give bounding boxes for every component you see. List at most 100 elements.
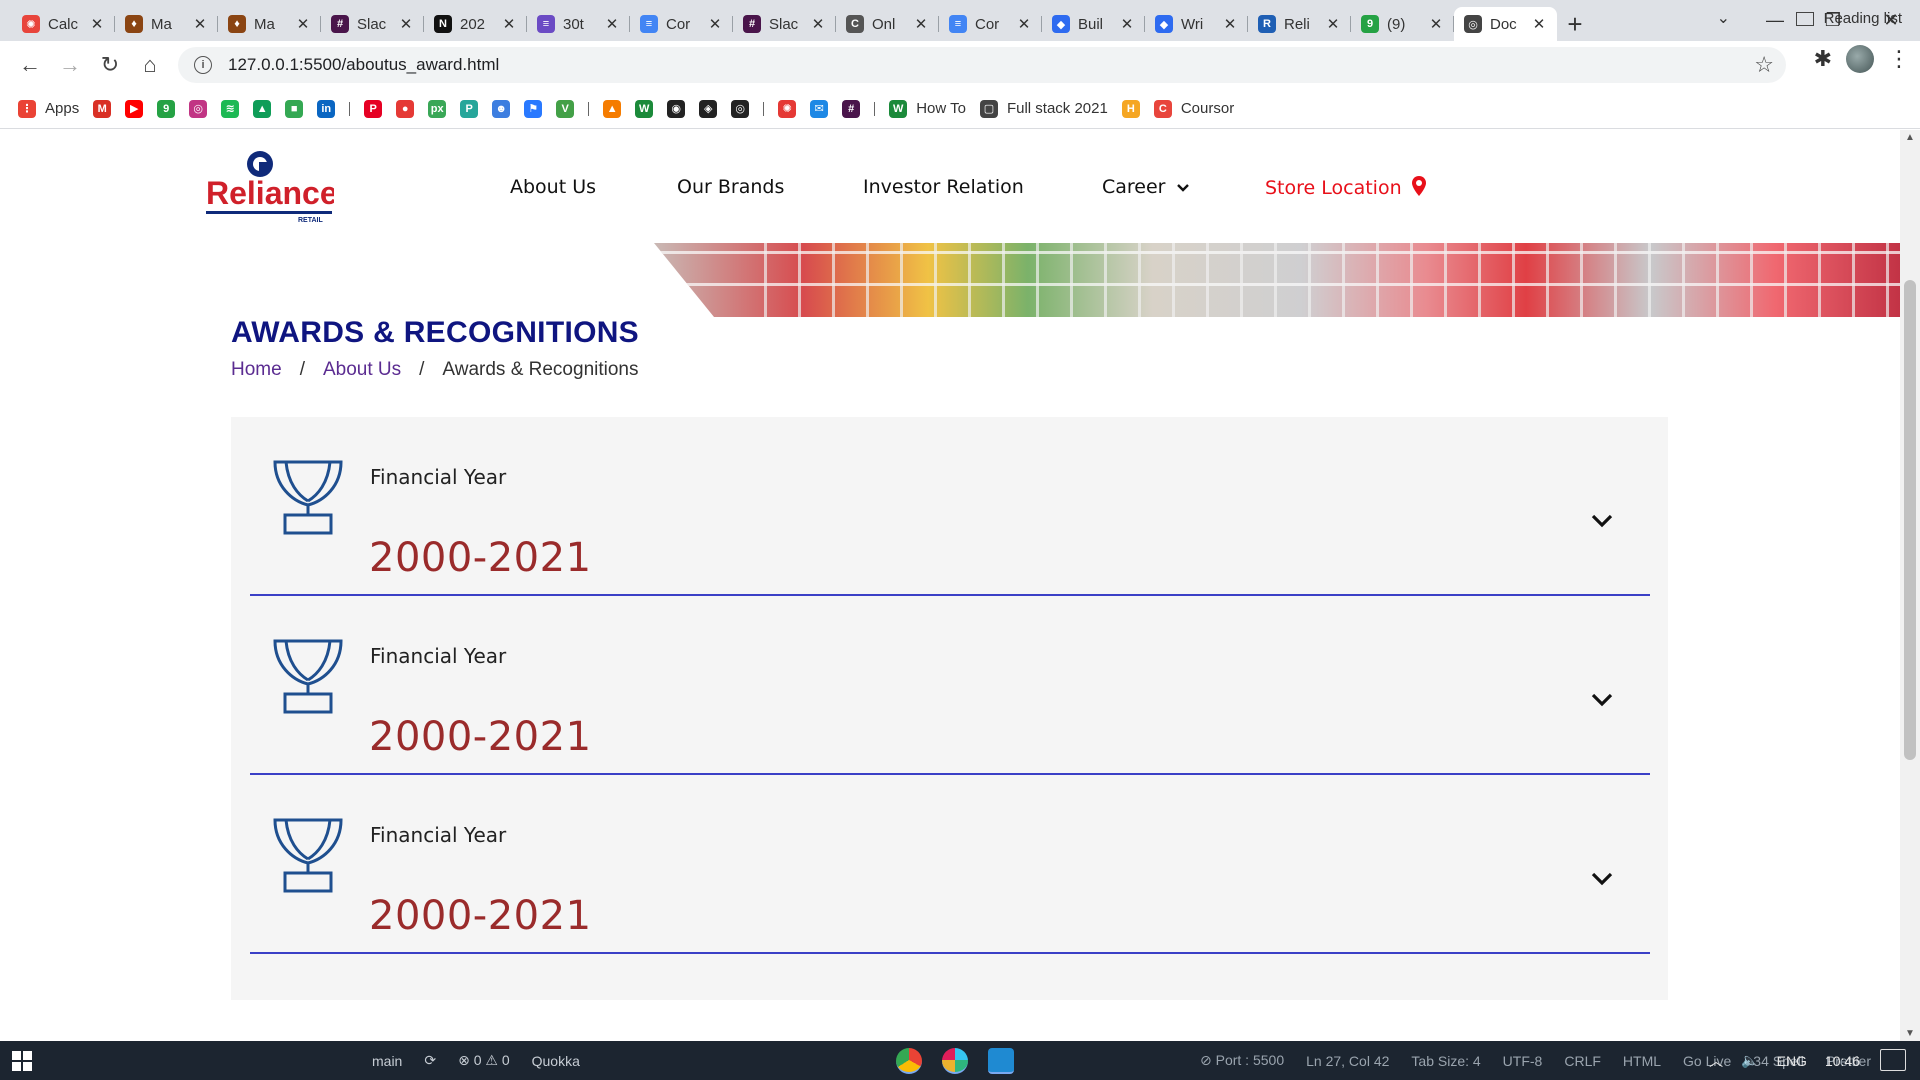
award-accordion-item[interactable]: Financial Year 2000-2021 [250, 596, 1650, 775]
award-accordion-item[interactable]: Financial Year 2000-2021 [250, 417, 1650, 596]
tab-close-icon[interactable]: ✕ [707, 15, 723, 33]
browser-tab[interactable]: ♦ Ma ✕ [115, 7, 218, 41]
tray-chevron-icon[interactable]: ︿ [1709, 1051, 1723, 1071]
chevron-down-icon[interactable] [1590, 692, 1614, 708]
award-accordion-item[interactable]: Financial Year 2000-2021 [250, 775, 1650, 954]
vscode-status-item[interactable]: ⊘ Port : 5500 [1200, 1052, 1284, 1069]
tab-close-icon[interactable]: ✕ [501, 15, 517, 33]
tab-search-icon[interactable]: ⌄ [1717, 8, 1730, 28]
bookmark-item[interactable]: P [364, 99, 383, 118]
bookmark-item[interactable]: ◎ [189, 99, 208, 118]
bookmark-item[interactable]: W [635, 99, 654, 118]
browser-tab[interactable]: R Reli ✕ [1248, 7, 1351, 41]
tab-close-icon[interactable]: ✕ [1222, 15, 1238, 33]
chevron-down-icon[interactable] [1590, 871, 1614, 887]
bookmark-item[interactable]: # [842, 99, 861, 118]
bookmark-item[interactable]: ▲ [253, 99, 272, 118]
vscode-status-item[interactable]: Ln 27, Col 42 [1306, 1053, 1389, 1069]
bookmark-item[interactable]: ◈ [699, 99, 718, 118]
vscode-status-item[interactable]: ⊗ 0 ⚠ 0 [458, 1052, 510, 1069]
nav-career[interactable]: Career [1102, 176, 1190, 198]
tab-close-icon[interactable]: ✕ [1325, 15, 1341, 33]
tab-close-icon[interactable]: ✕ [89, 15, 105, 33]
vscode-status-item[interactable]: CRLF [1564, 1053, 1601, 1069]
browser-tab[interactable]: ◆ Wri ✕ [1145, 7, 1248, 41]
volume-icon[interactable]: 🔈 [1741, 1052, 1758, 1069]
browser-tab[interactable]: # Slac ✕ [321, 7, 424, 41]
reading-list-button[interactable]: Reading list [1795, 10, 1902, 27]
bookmark-item[interactable]: ≋ [221, 99, 240, 118]
home-icon[interactable]: ⌂ [130, 45, 170, 85]
bookmark-item[interactable]: 9 [157, 99, 176, 118]
slack-icon[interactable] [942, 1047, 968, 1074]
browser-tab[interactable]: # Slac ✕ [733, 7, 836, 41]
browser-tab[interactable]: ≡ 30t ✕ [527, 7, 630, 41]
tab-close-icon[interactable]: ✕ [1016, 15, 1032, 33]
bookmark-item[interactable]: ● [396, 99, 415, 118]
nav-store-location[interactable]: Store Location [1265, 176, 1426, 199]
tab-close-icon[interactable]: ✕ [810, 15, 826, 33]
extensions-icon[interactable]: ✱ [1814, 46, 1832, 72]
forward-icon[interactable]: → [50, 45, 90, 85]
back-icon[interactable]: ← [10, 45, 50, 85]
vscode-status-item[interactable]: ⟳ [424, 1052, 436, 1069]
bookmark-item[interactable]: ✉ [810, 99, 829, 118]
browser-tab[interactable]: 9 (9) ✕ [1351, 7, 1454, 41]
clock[interactable]: 10:46 [1825, 1053, 1860, 1069]
bookmark-item[interactable]: ▶ [125, 99, 144, 118]
new-tab-button[interactable]: + [1557, 7, 1593, 41]
bookmark-item[interactable]: W How To [889, 99, 966, 118]
bookmark-item[interactable]: H [1121, 99, 1140, 118]
address-bar[interactable]: i 127.0.0.1:5500/aboutus_award.html ☆ [178, 47, 1786, 83]
site-info-icon[interactable]: i [194, 56, 212, 74]
bookmark-item[interactable]: ▢ Full stack 2021 [979, 99, 1108, 118]
chrome-icon[interactable] [896, 1047, 922, 1074]
bookmark-item[interactable]: ⚑ [524, 99, 543, 118]
bookmark-item[interactable]: ▲ [603, 99, 622, 118]
tab-close-icon[interactable]: ✕ [604, 15, 620, 33]
browser-tab[interactable]: ✺ Calc ✕ [12, 7, 115, 41]
browser-tab[interactable]: ♦ Ma ✕ [218, 7, 321, 41]
tab-close-icon[interactable]: ✕ [1119, 15, 1135, 33]
bookmark-item[interactable]: ■ [285, 99, 304, 118]
nav-our-brands[interactable]: Our Brands [677, 176, 784, 198]
bookmark-item[interactable]: ⋮ Apps [18, 99, 79, 118]
windows-start-icon[interactable] [12, 1051, 32, 1071]
reload-icon[interactable]: ↻ [90, 45, 130, 85]
bookmark-item[interactable]: M [93, 99, 112, 118]
browser-tab[interactable]: ≡ Cor ✕ [630, 7, 733, 41]
tab-close-icon[interactable]: ✕ [1531, 15, 1547, 33]
vscode-icon[interactable] [988, 1047, 1014, 1074]
browser-tab[interactable]: N 202 ✕ [424, 7, 527, 41]
scroll-up-icon[interactable]: ▲ [1900, 132, 1920, 143]
vscode-status-item[interactable]: main [372, 1053, 402, 1069]
bookmark-item[interactable]: px [428, 99, 447, 118]
tab-close-icon[interactable]: ✕ [913, 15, 929, 33]
reliance-logo[interactable]: Reliance RETAIL [204, 148, 334, 224]
bookmark-star-icon[interactable]: ☆ [1754, 52, 1774, 78]
profile-avatar[interactable] [1846, 45, 1874, 73]
bookmark-item[interactable]: ☻ [492, 99, 511, 118]
bookmark-item[interactable]: ◎ [731, 99, 750, 118]
scrollbar-thumb[interactable] [1904, 280, 1916, 760]
breadcrumb-home[interactable]: Home [231, 359, 282, 381]
chevron-down-icon[interactable] [1590, 513, 1614, 529]
nav-about-us[interactable]: About Us [510, 176, 596, 198]
tab-close-icon[interactable]: ✕ [1428, 15, 1444, 33]
tab-close-icon[interactable]: ✕ [295, 15, 311, 33]
tab-close-icon[interactable]: ✕ [192, 15, 208, 33]
browser-tab[interactable]: ≡ Cor ✕ [939, 7, 1042, 41]
vscode-status-item[interactable]: UTF-8 [1503, 1053, 1543, 1069]
tab-close-icon[interactable]: ✕ [398, 15, 414, 33]
nav-investor-relation[interactable]: Investor Relation [863, 176, 1024, 198]
bookmark-item[interactable]: P [460, 99, 479, 118]
page-scrollbar[interactable]: ▲ ▼ [1900, 130, 1920, 1041]
notifications-icon[interactable] [1880, 1049, 1906, 1071]
vscode-status-item[interactable]: HTML [1623, 1053, 1661, 1069]
bookmark-item[interactable]: V [556, 99, 575, 118]
lang-indicator[interactable]: ENG [1777, 1053, 1807, 1069]
browser-tab[interactable]: ◆ Buil ✕ [1042, 7, 1145, 41]
scroll-down-icon[interactable]: ▼ [1900, 1028, 1920, 1039]
url-text[interactable]: 127.0.0.1:5500/aboutus_award.html [228, 55, 499, 75]
breadcrumb-about-us[interactable]: About Us [323, 359, 401, 381]
